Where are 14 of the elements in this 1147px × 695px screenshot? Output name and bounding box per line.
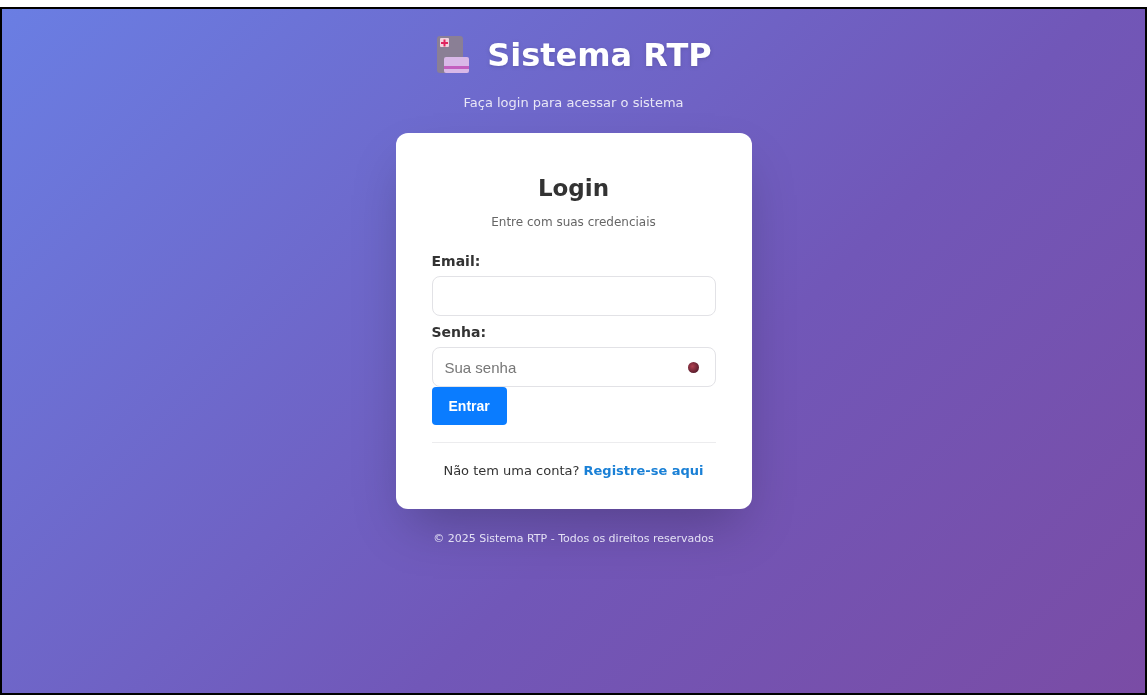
field-label: Senha:	[431, 323, 488, 342]
hospital-card-icon	[435, 35, 472, 75]
register-prompt: Não tem uma conta? Registre-se aqui	[443, 462, 704, 480]
register-link[interactable]: Registre-se aqui	[583, 463, 704, 478]
email-field[interactable]	[431, 276, 716, 316]
card-subtitle: Entre com suas credenciais	[491, 214, 656, 231]
app-subtitle: Faça login para acessar o sistema	[463, 94, 684, 112]
login-button[interactable]: Entrar	[431, 387, 507, 425]
field-label: Email:	[431, 252, 482, 271]
app-title: Sistema RTP	[487, 35, 712, 76]
eye-icon[interactable]	[687, 362, 699, 373]
card-title: Login	[537, 173, 610, 203]
password-field[interactable]: Sua senha	[431, 347, 716, 387]
footer-text: © 2025 Sistema RTP - Todos os direitos reservados	[433, 530, 714, 547]
